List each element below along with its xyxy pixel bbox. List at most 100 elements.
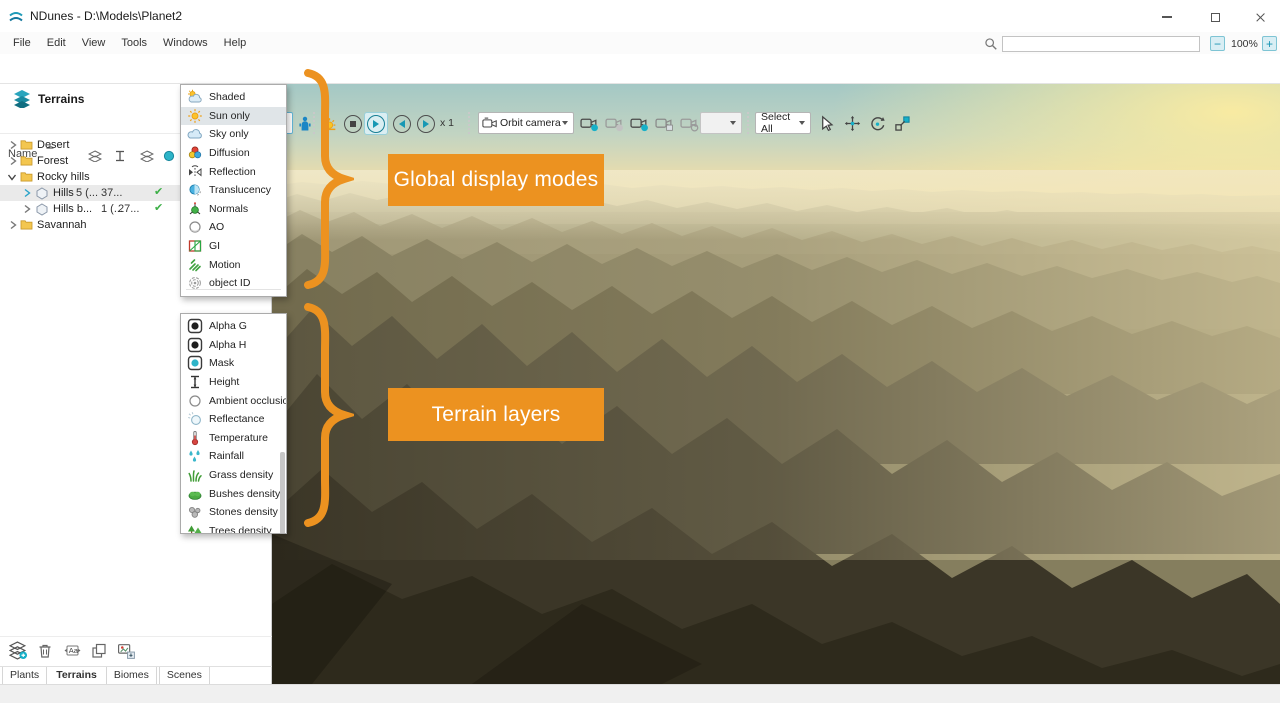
display-mode-option-diffusion[interactable]: Diffusion <box>181 144 286 163</box>
option-label: Normals <box>209 203 248 215</box>
chevron-right-icon[interactable] <box>22 204 32 214</box>
temperature-icon <box>187 430 203 446</box>
ambient-occlusion-icon <box>187 393 203 409</box>
annotation-terrain-layers: Terrain layers <box>388 388 604 441</box>
display-mode-option-gi[interactable]: GI <box>181 237 286 256</box>
option-label: GI <box>209 240 220 252</box>
menu-edit[interactable]: Edit <box>39 34 74 52</box>
tree-row-label: Rocky hills <box>37 171 90 183</box>
cloud-icon <box>187 126 203 142</box>
toolbar-grip <box>747 112 750 134</box>
chevron-down-icon <box>730 121 736 125</box>
terrains-panel-icon <box>12 88 32 108</box>
tab-plants[interactable]: Plants <box>2 667 47 685</box>
menu-tools[interactable]: Tools <box>113 34 155 52</box>
camera-preset-combo[interactable] <box>700 112 742 134</box>
rename-terrain-button[interactable]: Aa <box>62 641 82 661</box>
display-mode-option-sky-only[interactable]: Sky only <box>181 125 286 144</box>
tree-row-label: Hills b... <box>53 203 92 215</box>
scrollbar-thumb[interactable] <box>280 452 285 534</box>
rename-icon: Aa <box>63 643 82 659</box>
step-back-button[interactable] <box>393 115 411 133</box>
search-icon <box>984 37 998 51</box>
option-label: Alpha H <box>209 339 246 351</box>
option-label: Height <box>209 376 239 388</box>
display-mode-option-reflection[interactable]: Reflection <box>181 162 286 181</box>
camera-button-5[interactable] <box>680 114 699 133</box>
tab-scenes[interactable]: Scenes <box>159 667 210 685</box>
annotation-text: Global display modes <box>394 168 599 192</box>
selection-mode-combo[interactable]: Select All <box>755 112 811 134</box>
layer-option-trees-density[interactable]: Trees density <box>181 522 286 534</box>
rotate-tool-button[interactable] <box>868 114 887 133</box>
menu-view[interactable]: View <box>74 34 114 52</box>
layer-option-ambient-occlusion[interactable]: Ambient occlusion <box>181 391 286 410</box>
bottom-tabs: Plants Terrains Biomes Scenes <box>0 666 272 684</box>
tab-terrains[interactable]: Terrains <box>49 667 104 685</box>
add-terrain-button[interactable] <box>8 641 28 661</box>
display-mode-option-sun-only[interactable]: Sun only <box>181 107 286 126</box>
layer-option-grass-density[interactable]: Grass density <box>181 466 286 485</box>
maximize-button[interactable] <box>1200 8 1230 26</box>
move-icon <box>844 115 861 132</box>
display-mode-option-motion[interactable]: Motion <box>181 255 286 274</box>
zoom-level: 100% <box>1231 38 1258 50</box>
layer-option-alpha-g[interactable]: Alpha G <box>181 317 286 336</box>
terrain-hexagon-icon <box>36 203 48 216</box>
sun-icon <box>187 108 203 124</box>
chevron-right-icon[interactable] <box>8 156 18 166</box>
close-button[interactable] <box>1245 8 1275 26</box>
option-label: Alpha G <box>209 320 247 332</box>
layer-option-alpha-h[interactable]: Alpha H <box>181 336 286 355</box>
rotate-icon <box>869 115 886 132</box>
move-tool-button[interactable] <box>843 114 862 133</box>
play-button[interactable] <box>364 112 388 135</box>
layer-option-temperature[interactable]: Temperature <box>181 429 286 448</box>
option-label: Reflection <box>209 166 256 178</box>
terrain-size: 27... <box>118 203 139 215</box>
display-mode-option-ao[interactable]: AO <box>181 218 286 237</box>
height-icon <box>187 374 203 390</box>
folder-icon <box>20 219 33 230</box>
search-input[interactable] <box>1002 36 1200 52</box>
menu-file[interactable]: File <box>5 34 39 52</box>
display-mode-option-shaded[interactable]: Shaded <box>181 88 286 107</box>
zoom-out-button[interactable]: − <box>1210 36 1225 51</box>
layer-option-reflectance[interactable]: Reflectance <box>181 410 286 429</box>
delete-terrain-button[interactable] <box>35 641 55 661</box>
scale-tool-button[interactable] <box>893 114 912 133</box>
diffusion-icon <box>187 145 203 161</box>
layer-option-stones-density[interactable]: Stones density <box>181 503 286 522</box>
camera-button-3[interactable] <box>630 114 649 133</box>
minimize-button[interactable] <box>1152 8 1182 26</box>
step-forward-button[interactable] <box>417 115 435 133</box>
layer-option-height[interactable]: Height <box>181 373 286 392</box>
zoom-in-button[interactable]: + <box>1262 36 1277 51</box>
display-mode-option-normals[interactable]: Normals <box>181 200 286 219</box>
select-tool-button[interactable] <box>818 114 837 133</box>
chevron-right-icon[interactable] <box>8 220 18 230</box>
camera-button-1[interactable] <box>580 114 599 133</box>
tree-row-label: Forest <box>37 155 68 167</box>
camera-button-4[interactable] <box>655 114 674 133</box>
display-mode-option-translucency[interactable]: Translucency <box>181 181 286 200</box>
menu-help[interactable]: Help <box>216 34 255 52</box>
camera-mode-combo[interactable]: Orbit camera <box>478 112 574 134</box>
rainfall-icon <box>187 448 203 464</box>
layer-option-mask[interactable]: Mask <box>181 354 286 373</box>
window-bottom-edge <box>0 703 1280 720</box>
menu-windows[interactable]: Windows <box>155 34 216 52</box>
camera-button-2[interactable] <box>605 114 624 133</box>
chevron-right-icon[interactable] <box>22 188 32 198</box>
duplicate-terrain-button[interactable] <box>89 641 109 661</box>
status-bar: FPS = 109 res = 1513 x 902 time x 1 alt … <box>0 684 1280 703</box>
layer-option-rainfall[interactable]: Rainfall <box>181 447 286 466</box>
chevron-down-icon[interactable] <box>7 172 17 182</box>
window-title: NDunes - D:\Models\Planet2 <box>30 9 182 23</box>
export-terrain-button[interactable] <box>116 641 136 661</box>
terrain-count: 5 (... <box>76 187 98 199</box>
tab-biomes[interactable]: Biomes <box>106 667 157 685</box>
layer-option-bushes-density[interactable]: Bushes density <box>181 484 286 503</box>
chevron-right-icon[interactable] <box>8 140 18 150</box>
option-label: Trees density <box>209 525 272 534</box>
